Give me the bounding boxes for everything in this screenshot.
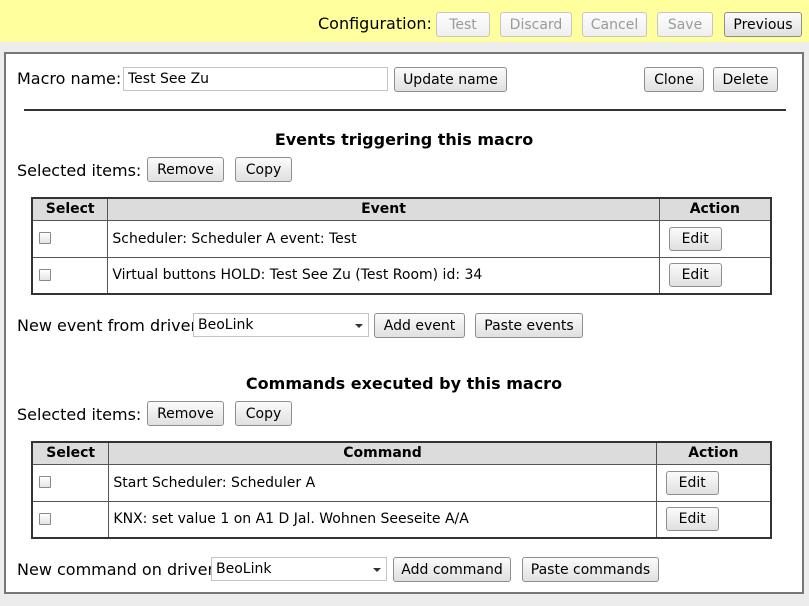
command-text: Start Scheduler: Scheduler A xyxy=(108,463,657,502)
macro-name-input[interactable] xyxy=(123,67,388,91)
event-driver-value: BeoLink xyxy=(198,317,254,333)
column-header-select: Select xyxy=(31,197,109,221)
commands-remove-button[interactable]: Remove xyxy=(147,401,224,426)
command-driver-select[interactable]: BeoLink xyxy=(211,557,387,581)
commands-table: Select Command Action Start Scheduler: S… xyxy=(31,441,772,539)
chevron-down-icon xyxy=(373,568,381,572)
update-name-button[interactable]: Update name xyxy=(394,67,507,92)
cancel-button[interactable]: Cancel xyxy=(582,12,647,37)
event-driver-select[interactable]: BeoLink xyxy=(193,313,369,337)
previous-button[interactable]: Previous xyxy=(724,12,802,37)
edit-command-button[interactable]: Edit xyxy=(665,507,719,532)
paste-events-button[interactable]: Paste events xyxy=(475,313,583,338)
test-button[interactable]: Test xyxy=(436,12,490,37)
row-checkbox[interactable] xyxy=(39,231,51,244)
events-selected-label: Selected items: xyxy=(17,161,142,180)
action-cell: Edit xyxy=(658,256,772,295)
save-button[interactable]: Save xyxy=(657,12,713,37)
action-cell: Edit xyxy=(655,500,772,539)
action-cell: Edit xyxy=(655,463,772,502)
column-header-action: Action xyxy=(658,197,772,221)
column-header-event: Event xyxy=(107,197,660,221)
row-checkbox[interactable] xyxy=(39,268,51,281)
table-row: Start Scheduler: Scheduler A Edit xyxy=(31,463,772,502)
add-event-button[interactable]: Add event xyxy=(374,313,465,338)
edit-event-button[interactable]: Edit xyxy=(668,263,722,288)
events-heading: Events triggering this macro xyxy=(274,130,534,149)
table-row: KNX: set value 1 on A1 D Jal. Wohnen See… xyxy=(31,500,772,539)
discard-button[interactable]: Discard xyxy=(500,12,572,37)
row-checkbox[interactable] xyxy=(39,475,51,488)
new-event-label: New event from driver: xyxy=(17,316,203,335)
edit-command-button[interactable]: Edit xyxy=(665,470,719,495)
edit-event-button[interactable]: Edit xyxy=(668,226,722,251)
paste-commands-button[interactable]: Paste commands xyxy=(522,557,659,582)
select-cell xyxy=(31,500,110,539)
select-cell xyxy=(31,463,110,502)
section-divider xyxy=(24,109,786,111)
delete-button[interactable]: Delete xyxy=(713,67,778,92)
commands-copy-button[interactable]: Copy xyxy=(235,401,292,426)
macro-editor-panel: Macro name: Update name Clone Delete Eve… xyxy=(4,52,804,594)
select-cell xyxy=(31,256,109,295)
configuration-label: Configuration: xyxy=(318,14,432,33)
select-cell xyxy=(31,219,109,258)
events-copy-button[interactable]: Copy xyxy=(235,157,292,182)
add-command-button[interactable]: Add command xyxy=(393,557,511,582)
commands-heading: Commands executed by this macro xyxy=(245,374,563,393)
table-row: Virtual buttons HOLD: Test See Zu (Test … xyxy=(31,256,772,295)
event-text: Virtual buttons HOLD: Test See Zu (Test … xyxy=(107,256,660,295)
event-text: Scheduler: Scheduler A event: Test xyxy=(107,219,660,258)
new-command-label: New command on driver: xyxy=(17,560,220,579)
column-header-command: Command xyxy=(108,441,657,465)
row-checkbox[interactable] xyxy=(39,512,51,525)
command-text: KNX: set value 1 on A1 D Jal. Wohnen See… xyxy=(108,500,657,539)
configuration-bar: Configuration: Test Discard Cancel Save … xyxy=(0,0,809,42)
command-driver-value: BeoLink xyxy=(216,561,272,577)
commands-table-header: Select Command Action xyxy=(31,441,772,465)
column-header-action: Action xyxy=(655,441,772,465)
events-remove-button[interactable]: Remove xyxy=(147,157,224,182)
action-cell: Edit xyxy=(658,219,772,258)
table-row: Scheduler: Scheduler A event: Test Edit xyxy=(31,219,772,258)
events-table-header: Select Event Action xyxy=(31,197,772,221)
chevron-down-icon xyxy=(355,324,363,328)
events-table: Select Event Action Scheduler: Scheduler… xyxy=(31,197,772,295)
clone-button[interactable]: Clone xyxy=(644,67,704,92)
macro-name-label: Macro name: xyxy=(17,69,122,88)
commands-selected-label: Selected items: xyxy=(17,405,142,424)
column-header-select: Select xyxy=(31,441,110,465)
